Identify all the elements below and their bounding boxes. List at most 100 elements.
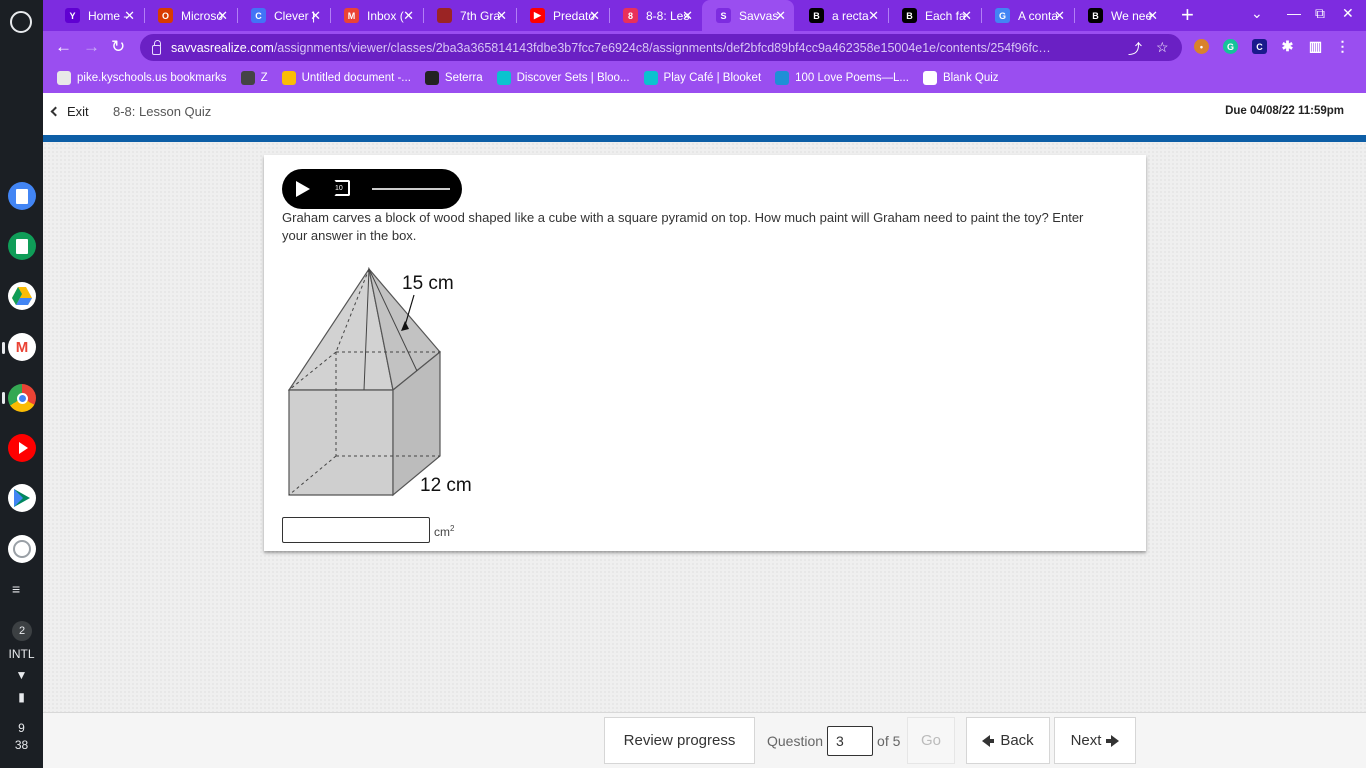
p-icon [775, 71, 790, 85]
bookmark-item[interactable]: Untitled document -... [281, 71, 411, 85]
lock-icon[interactable] [152, 39, 161, 55]
bookmarks-bar: pike.kyschools.us bookmarks Z Untitled doc… [43, 63, 1366, 93]
account-avatar-icon[interactable] [8, 535, 36, 563]
bookmark-label: pike.kyschools.us bookmarks [77, 72, 227, 84]
bookmark-item[interactable]: Seterra [424, 71, 483, 85]
grammarly-icon[interactable]: G [1223, 39, 1238, 54]
browser-tab[interactable]: Y Home - ✕ [51, 0, 143, 31]
clock-minute[interactable]: 38 [0, 738, 43, 752]
tab-close-icon[interactable]: ✕ [1054, 8, 1065, 24]
exit-button[interactable]: Exit [50, 104, 89, 119]
browser-tab[interactable]: B Each fa ✕ [888, 0, 980, 31]
share-icon[interactable]: ⤴ [1128, 39, 1142, 59]
tab-close-icon[interactable]: ✕ [310, 8, 321, 24]
tab-close-icon[interactable]: ✕ [124, 8, 135, 24]
browser-tab[interactable]: C Clever | ✕ [237, 0, 329, 31]
notification-count[interactable]: 2 [12, 621, 32, 641]
forward-arrow-icon[interactable]: → [83, 37, 100, 57]
browser-toolbar: ← → ↻ savvasrealize.com /assignments/vie… [43, 31, 1366, 63]
tab-close-icon[interactable]: ✕ [961, 8, 972, 24]
minimize-button[interactable]: — [1287, 5, 1301, 21]
google-sheets-icon[interactable] [8, 232, 36, 260]
browser-tab[interactable]: S Savvas ✕ [702, 0, 794, 31]
extensions-puzzle-icon[interactable]: ✱ [1280, 38, 1295, 54]
go-button[interactable]: Go [907, 717, 955, 764]
answer-input[interactable] [282, 517, 430, 543]
review-progress-button[interactable]: Review progress [604, 717, 755, 764]
youtube-icon[interactable] [8, 434, 36, 462]
menu-kebab-icon[interactable]: ⋮ [1335, 38, 1350, 54]
google-docs-icon[interactable] [8, 182, 36, 210]
playlist-icon[interactable]: ≡ [12, 581, 20, 597]
question-number-input[interactable] [827, 725, 874, 756]
tab-search-icon[interactable]: ⌄ [1251, 5, 1263, 22]
review-progress-label: Review progress [623, 732, 736, 749]
tab-close-icon[interactable]: ✕ [1147, 8, 1158, 24]
battery-icon[interactable]: ▮ [0, 690, 43, 704]
side-panel-icon[interactable]: ▥ [1308, 38, 1323, 54]
chrome-icon[interactable] [8, 384, 36, 412]
question-navigation: Review progress Question of 5 Go Back Ne… [43, 712, 1366, 768]
monkey-extension-icon[interactable]: • [1194, 39, 1209, 54]
next-button[interactable]: Next [1054, 717, 1136, 764]
bookmark-item[interactable]: Z [240, 71, 268, 85]
browser-tab[interactable]: GA conta ✕ [981, 0, 1073, 31]
tab-close-icon[interactable]: ✕ [403, 8, 414, 24]
browser-tab[interactable]: O Microso ✕ [144, 0, 236, 31]
bookmark-item[interactable]: Discover Sets | Bloo... [496, 71, 630, 85]
tab-separator [1074, 8, 1075, 23]
browser-tab[interactable]: M Inbox (✕ [330, 0, 422, 31]
tab-close-icon[interactable]: ✕ [496, 8, 507, 24]
play-icon[interactable] [296, 181, 310, 197]
back-button[interactable]: Back [966, 717, 1050, 764]
browser-tab[interactable]: Ba recta ✕ [795, 0, 887, 31]
clever-extension-icon[interactable]: C [1252, 39, 1267, 54]
browser-tab[interactable]: 8 8-8: Les ✕ [609, 0, 701, 31]
bookmark-label: Untitled document -... [301, 72, 411, 84]
back-arrow-icon[interactable]: ← [55, 37, 72, 57]
folder-icon [57, 71, 71, 85]
brainly-icon: B [809, 8, 824, 23]
question-label: Question [767, 732, 824, 749]
tab-close-icon[interactable]: ✕ [775, 8, 786, 24]
wifi-icon[interactable]: ▼ [0, 668, 43, 682]
question-card: 10 Graham carves a block of wood shaped … [264, 155, 1146, 551]
browser-tab[interactable]: B We nee ✕ [1074, 0, 1166, 31]
tab-separator [423, 8, 424, 23]
url-path: /assignments/viewer/classes/2ba3a3658141… [273, 40, 1054, 55]
input-method-label[interactable]: INTL [0, 647, 43, 661]
audio-player: 10 [282, 169, 462, 209]
bookmark-label: Discover Sets | Bloo... [516, 72, 630, 84]
clock-hour[interactable]: 9 [0, 721, 43, 735]
bookmark-item[interactable]: Play Café | Blooket [643, 71, 762, 85]
address-bar[interactable]: savvasrealize.com /assignments/viewer/cl… [140, 34, 1182, 61]
tab-close-icon[interactable]: ✕ [868, 8, 879, 24]
blooket-icon [496, 71, 511, 85]
bookmark-item[interactable]: pike.kyschools.us bookmarks [57, 71, 227, 85]
play-store-icon[interactable] [8, 484, 36, 512]
tab-separator [516, 8, 517, 23]
tab-close-icon[interactable]: ✕ [217, 8, 228, 24]
tab-close-icon[interactable]: ✕ [682, 8, 693, 24]
browser-tab[interactable]: 7th Gra ✕ [423, 0, 515, 31]
arrow-left-icon [982, 734, 995, 747]
gmail-icon[interactable]: M [8, 333, 36, 361]
tab-close-icon[interactable]: ✕ [589, 8, 600, 24]
cube-front-face [288, 389, 394, 496]
bookmark-item[interactable]: 100 Love Poems—L... [775, 71, 909, 85]
bookmark-label: Play Café | Blooket [663, 72, 762, 84]
bookmark-star-icon[interactable]: ☆ [1156, 39, 1169, 56]
close-window-button[interactable]: ✕ [1342, 5, 1354, 22]
reload-icon[interactable]: ↻ [111, 37, 125, 57]
unit-text: cm [434, 525, 450, 539]
next-label: Next [1070, 732, 1102, 749]
google-drive-icon[interactable] [8, 282, 36, 310]
quiz-title: 8-8: Lesson Quiz [113, 104, 212, 119]
youtube-icon: ▶ [530, 8, 545, 23]
new-tab-button[interactable]: + [1181, 4, 1194, 26]
audio-progress-track[interactable] [372, 188, 450, 190]
bookmark-item[interactable]: Blank Quiz [922, 71, 999, 85]
restore-button[interactable]: ⧉ [1315, 5, 1325, 22]
launcher-icon[interactable] [10, 11, 32, 33]
browser-tab[interactable]: ▶ Predato ✕ [516, 0, 608, 31]
